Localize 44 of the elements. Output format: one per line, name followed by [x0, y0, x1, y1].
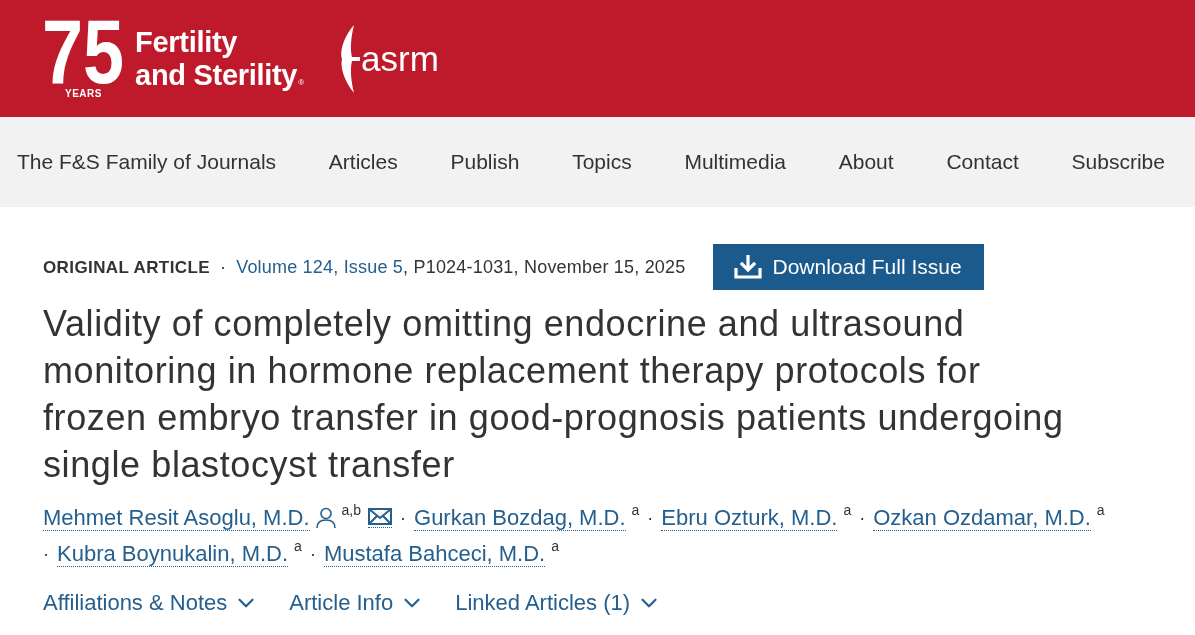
years-label: YEARS: [65, 88, 102, 99]
affiliation-marker: a,b: [341, 502, 361, 518]
person-icon[interactable]: [315, 507, 336, 529]
affiliation-marker: a: [843, 502, 852, 518]
section-toggle[interactable]: Affiliations & Notes: [43, 590, 260, 616]
separator-dot: ·: [43, 543, 49, 565]
section-toggle[interactable]: Article Info: [289, 590, 426, 616]
separator-dot: ·: [400, 507, 406, 529]
journal-name: Fertility: [135, 25, 238, 59]
separator-dot: ·: [309, 543, 316, 565]
affiliation-marker: a: [1096, 502, 1105, 518]
email-link[interactable]: [368, 508, 392, 528]
author-link[interactable]: Mustafa Bahceci, M.D.: [323, 541, 546, 567]
author-link[interactable]: Kubra Boynukalin, M.D.: [57, 541, 289, 567]
affiliation-marker: a: [294, 538, 302, 554]
society-logo-text: asrm: [361, 38, 439, 79]
registered-mark: ®: [298, 77, 305, 88]
separator-dot: ·: [647, 507, 654, 529]
author-link[interactable]: Ozkan Ozdamar, M.D.: [873, 505, 1091, 531]
affiliation-marker: a: [551, 538, 559, 554]
author-link[interactable]: Mehmet Resit Asoglu, M.D.: [43, 505, 310, 531]
separator-dot: ·: [219, 256, 227, 278]
journal-name: and Sterility: [135, 58, 298, 92]
author-link[interactable]: Ebru Ozturk, M.D.: [661, 505, 838, 531]
nav-link[interactable]: Multimedia: [684, 150, 786, 174]
author-link[interactable]: Gurkan Bozdag, M.D.: [414, 505, 626, 531]
nav-link[interactable]: Contact: [946, 150, 1019, 174]
nav-link[interactable]: Subscribe: [1071, 150, 1165, 174]
section-toggle[interactable]: Linked Articles (1): [455, 590, 663, 616]
issue-link[interactable]: Volume 124, Issue 5: [236, 256, 404, 278]
download-button[interactable]: Download Full Issue: [713, 244, 984, 290]
nav-link[interactable]: About: [838, 150, 894, 174]
affiliation-marker: a: [631, 502, 640, 518]
nav-link[interactable]: The F&S Family of Journals: [17, 150, 277, 174]
email-icon: [368, 508, 392, 525]
article-type-label: ORIGINAL ARTICLE: [43, 257, 210, 278]
nav-link[interactable]: Publish: [450, 150, 520, 174]
nav-link[interactable]: Topics: [572, 150, 632, 174]
publication-details: , P1024-1031, November 15, 2025: [403, 256, 686, 278]
crescent-logo-icon: [340, 24, 361, 93]
nav-link[interactable]: Articles: [328, 150, 398, 174]
article-title: Validity of completely omitting endocrine and ultrasound monitoring in hormone replacement therapy protocols for frozen embryo transfer in good-prognosis patients undergoing single blastocyst transfer: [43, 302, 1065, 487]
separator-dot: ·: [859, 507, 866, 529]
download-icon: [734, 255, 763, 279]
